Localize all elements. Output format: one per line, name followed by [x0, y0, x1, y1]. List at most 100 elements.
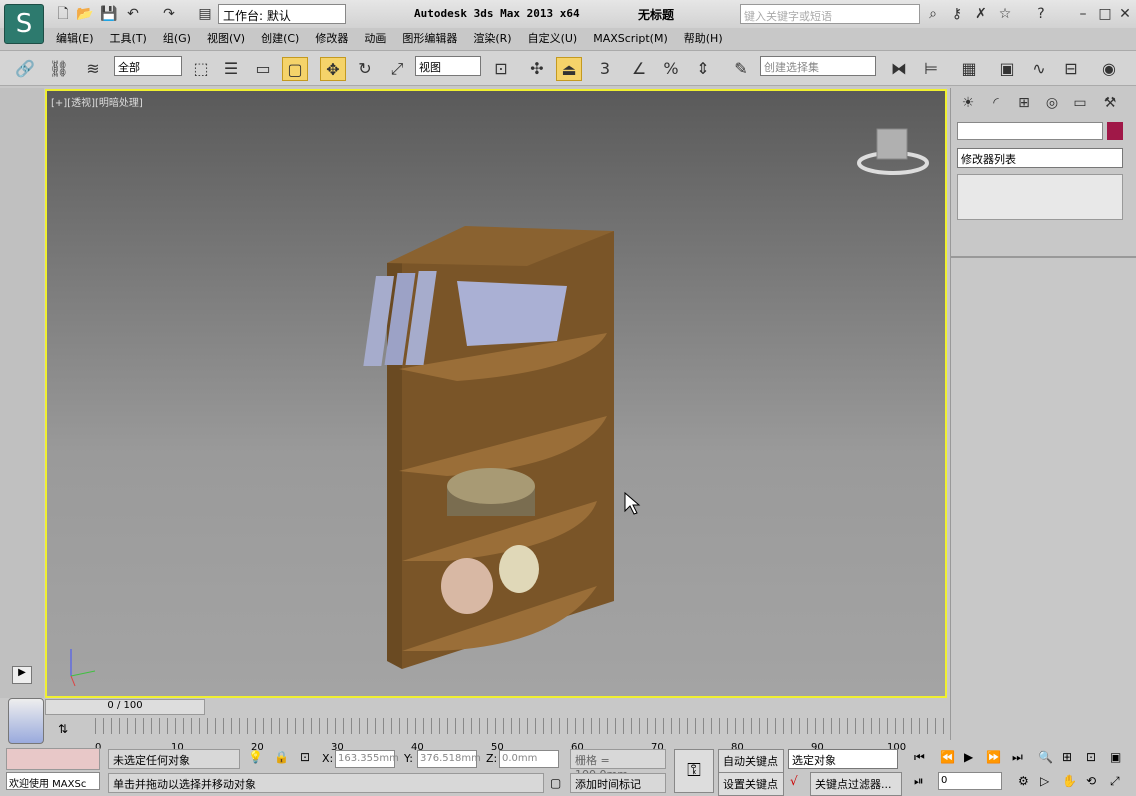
orbit-icon[interactable]: ⟲: [1086, 774, 1096, 788]
isolate-icon[interactable]: 💡: [248, 750, 263, 764]
menu-customize[interactable]: 自定义(U): [520, 28, 586, 48]
snap-toggle-icon[interactable]: 3: [592, 57, 618, 81]
motion-tab-icon[interactable]: ◎: [1039, 92, 1065, 114]
time-slider[interactable]: 0 / 100: [45, 698, 947, 716]
named-selection-set-dropdown[interactable]: 创建选择集: [760, 56, 876, 76]
menu-rendering[interactable]: 渲染(R): [465, 28, 519, 48]
manipulate-icon[interactable]: ✣: [524, 57, 550, 81]
key-tangent-icon[interactable]: √: [790, 774, 798, 788]
time-slider-thumb[interactable]: 0 / 100: [45, 699, 205, 715]
create-tab-icon[interactable]: ☀: [955, 92, 981, 114]
mirror-icon[interactable]: ⧓: [886, 57, 912, 81]
zoom-all-icon[interactable]: ⊞: [1062, 750, 1072, 764]
key-filters-button[interactable]: 关键点过滤器...: [810, 772, 902, 796]
new-file-icon[interactable]: 🗋: [54, 5, 72, 23]
lock-icon[interactable]: 🔒: [274, 750, 289, 764]
track-bar[interactable]: 0 10 20 30 40 50 60 70 80 90 100: [95, 718, 947, 753]
go-to-start-icon[interactable]: ⏮: [914, 750, 925, 765]
favorites-icon[interactable]: ☆: [996, 5, 1014, 23]
maxscript-listener-input[interactable]: 欢迎使用 MAXSc: [6, 772, 100, 790]
current-frame-input[interactable]: 0: [938, 772, 1002, 790]
perspective-viewport[interactable]: [+][透视][明暗处理]: [45, 89, 947, 698]
modifier-list-dropdown[interactable]: 修改器列表: [957, 148, 1123, 168]
maxscript-listener-top[interactable]: [6, 748, 100, 770]
material-editor-icon[interactable]: ◉: [1096, 57, 1122, 81]
selection-filter-dropdown[interactable]: 全部: [114, 56, 182, 76]
menu-graph-editors[interactable]: 图形编辑器: [394, 28, 465, 48]
field-of-view-icon[interactable]: ▷: [1040, 774, 1049, 788]
maximize-viewport-icon[interactable]: ⤢: [1110, 774, 1120, 789]
bind-spacewarp-icon[interactable]: ≋: [80, 57, 106, 81]
window-crossing-icon[interactable]: ▢: [282, 57, 308, 81]
previous-frame-icon[interactable]: ⏪: [940, 750, 955, 764]
scale-icon[interactable]: ⤢: [384, 57, 410, 81]
angle-snap-icon[interactable]: ∠: [626, 57, 652, 81]
next-frame-icon[interactable]: ⏩: [986, 750, 1001, 764]
app-menu-button[interactable]: S: [4, 4, 44, 44]
keyboard-shortcut-icon[interactable]: ⏏: [556, 57, 582, 81]
hierarchy-tab-icon[interactable]: ⊞: [1011, 92, 1037, 114]
exchange-icon[interactable]: ✗: [972, 5, 990, 23]
menu-edit[interactable]: 编辑(E): [48, 28, 102, 48]
workspace-dropdown[interactable]: 工作台: 默认: [218, 4, 346, 24]
menu-tools[interactable]: 工具(T): [102, 28, 155, 48]
display-tab-icon[interactable]: ▭: [1067, 92, 1093, 114]
menu-views[interactable]: 视图(V): [199, 28, 253, 48]
open-file-icon[interactable]: 📂: [76, 5, 94, 23]
object-color-swatch[interactable]: [1107, 122, 1123, 140]
add-time-tag[interactable]: 添加时间标记: [570, 773, 666, 793]
project-folder-icon[interactable]: ▤: [196, 5, 214, 23]
pivot-center-icon[interactable]: ⊡: [488, 57, 514, 81]
modify-tab-icon[interactable]: ◜: [983, 92, 1009, 114]
redo-icon[interactable]: ↷: [160, 5, 178, 23]
binoculars-icon[interactable]: ⌕: [924, 5, 942, 23]
search-input[interactable]: 键入关键字或短语: [740, 4, 920, 24]
utilities-tab-icon[interactable]: ⚒: [1097, 92, 1123, 114]
object-name-input[interactable]: [957, 122, 1103, 140]
menu-group[interactable]: 组(G): [155, 28, 199, 48]
go-to-end-icon[interactable]: ⏭: [1012, 750, 1023, 765]
align-icon[interactable]: ⊨: [918, 57, 944, 81]
viewcube[interactable]: [857, 128, 929, 175]
zoom-icon[interactable]: 🔍: [1038, 750, 1053, 764]
select-object-icon[interactable]: ⬚: [188, 57, 214, 81]
close-icon[interactable]: ✕: [1116, 5, 1134, 23]
reference-coord-dropdown[interactable]: 视图: [415, 56, 481, 76]
expand-arrow-icon[interactable]: ▶: [12, 666, 32, 684]
set-key-button[interactable]: 设置关键点: [718, 772, 784, 796]
select-by-name-icon[interactable]: ☰: [218, 57, 244, 81]
unlink-icon[interactable]: ⛓: [46, 57, 72, 81]
modifier-stack[interactable]: [957, 174, 1123, 220]
rect-selection-icon[interactable]: ▭: [250, 57, 276, 81]
schematic-view-icon[interactable]: ⊟: [1058, 57, 1084, 81]
curve-editor-icon[interactable]: ∿: [1026, 57, 1052, 81]
key-mode-dropdown[interactable]: 选定对象: [788, 749, 898, 769]
menu-create[interactable]: 创建(C): [253, 28, 307, 48]
minimize-icon[interactable]: –: [1074, 5, 1092, 23]
zoom-extents-all-icon[interactable]: ▣: [1110, 750, 1121, 764]
layer-manager-icon[interactable]: ▦: [956, 57, 982, 81]
x-coordinate-input[interactable]: 163.355mm: [335, 750, 399, 768]
move-icon[interactable]: ✥: [320, 57, 346, 81]
menu-help[interactable]: 帮助(H): [676, 28, 731, 48]
key-icon[interactable]: ⚷: [948, 5, 966, 23]
z-coordinate-input[interactable]: 0.0mm: [499, 750, 559, 768]
absolute-mode-icon[interactable]: ⊡: [300, 750, 310, 764]
set-key-icon[interactable]: ⚿: [674, 749, 714, 793]
auto-key-button[interactable]: 自动关键点: [718, 749, 784, 773]
undo-icon[interactable]: ↶: [124, 5, 142, 23]
graphite-toolbar-icon[interactable]: ▣: [994, 57, 1020, 81]
rotate-icon[interactable]: ↻: [352, 57, 378, 81]
percent-snap-icon[interactable]: %: [658, 57, 684, 81]
menu-modifiers[interactable]: 修改器: [307, 28, 356, 48]
link-icon[interactable]: 🔗: [12, 57, 38, 81]
spinner-snap-icon[interactable]: ⇕: [690, 57, 716, 81]
menu-maxscript[interactable]: MAXScript(M): [585, 30, 676, 47]
key-mode-toggle-icon[interactable]: ⏯: [914, 774, 924, 789]
time-config-icon[interactable]: ⚙: [1018, 774, 1029, 788]
y-coordinate-input[interactable]: 376.518mm: [417, 750, 481, 768]
save-icon[interactable]: 💾: [100, 5, 118, 23]
menu-animation[interactable]: 动画: [356, 28, 394, 48]
play-icon[interactable]: ▶: [964, 750, 973, 764]
pan-icon[interactable]: ✋: [1062, 774, 1077, 788]
